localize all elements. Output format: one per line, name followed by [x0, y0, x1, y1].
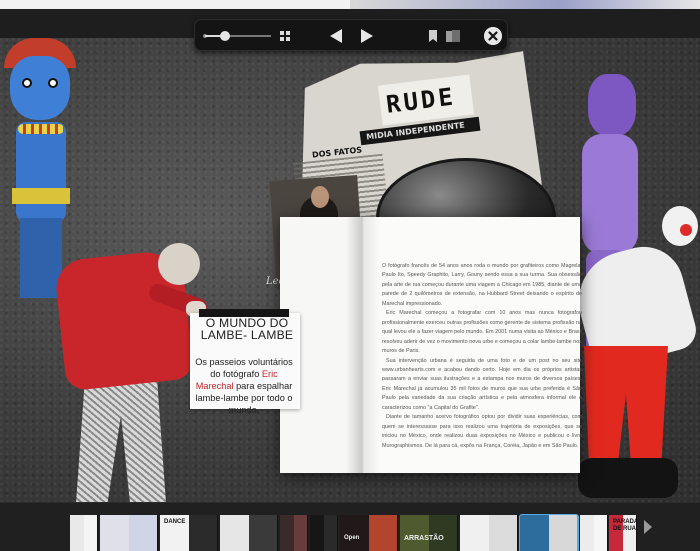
- thumbnail-right-page: [323, 515, 337, 551]
- figure-belt: [12, 188, 70, 204]
- thumbnail-label: Open: [344, 535, 360, 541]
- page-thumbnail[interactable]: [519, 514, 579, 551]
- page-thumbnail[interactable]: [310, 515, 338, 551]
- thumbnail-right-page: [488, 515, 517, 551]
- thumbnail-left-page: [70, 515, 84, 551]
- thumbnail-right-page: [548, 515, 577, 551]
- figure-shoes: [578, 458, 678, 498]
- figure-necklace: [18, 124, 64, 134]
- figure-body: [16, 122, 66, 222]
- thumbnail-next-button[interactable]: [640, 512, 656, 542]
- figure-hair: [588, 74, 636, 136]
- close-button[interactable]: [484, 27, 502, 45]
- thumbnail-left-page: [340, 515, 369, 551]
- thumbnail-left-page: [100, 515, 129, 551]
- figure-head: [10, 56, 70, 120]
- pages-icon[interactable]: [446, 30, 460, 42]
- previous-page-edge: [0, 0, 350, 9]
- figure-eye: [22, 78, 32, 88]
- thumbnail-right-page: [593, 515, 607, 551]
- page-thumbnail[interactable]: [100, 515, 158, 551]
- grid-view-icon[interactable]: [280, 31, 290, 41]
- figure-pants: [76, 378, 166, 502]
- page-thumbnail[interactable]: [220, 515, 278, 551]
- figure-eye: [48, 78, 58, 88]
- triangle-right-icon: [361, 29, 373, 43]
- page-thumbnail[interactable]: [280, 515, 308, 551]
- article-subtitle: Os passeios voluntários do fotógrafo Eri…: [194, 356, 294, 416]
- page-thumbnail[interactable]: PARADA DE RUA: [609, 515, 637, 551]
- next-page-edge: [350, 0, 700, 9]
- thumbnail-left-page: [220, 515, 249, 551]
- viewer-toolbar: [194, 19, 508, 51]
- article-paragraph: Diante de tamanho acervo fotográfico opt…: [382, 414, 582, 449]
- page-gutter: [346, 217, 380, 473]
- thumbnail-right-page: [83, 515, 97, 551]
- thumbnail-left-page: [310, 515, 324, 551]
- thumbnail-right-page: [188, 515, 217, 551]
- zoom-handle[interactable]: [219, 31, 230, 41]
- thumbnail-right-page: [428, 515, 457, 551]
- page-thumbnail[interactable]: [460, 515, 518, 551]
- thumbnail-right-page: [128, 515, 157, 551]
- figure-head: [158, 243, 200, 285]
- thumbnail-left-page: [460, 515, 489, 551]
- article-body: O fotógrafo francês de 54 anos anos roda…: [382, 262, 582, 451]
- thumbnail-label: ARRASTÃO: [404, 535, 444, 542]
- thumbnail-label: PARADA DE RUA: [613, 519, 637, 532]
- thumbnail-right-page: [368, 515, 397, 551]
- subtitle-text: Os passeios voluntários do fotógrafo: [195, 357, 293, 379]
- figure-pants: [584, 346, 668, 466]
- article-paragraph: Sua intervenção urbana é seguida de uma …: [382, 357, 582, 411]
- thumbnail-left-page: [400, 515, 429, 551]
- thumbnail-left-page: [280, 515, 294, 551]
- portrait-face: [311, 186, 329, 208]
- next-page-button[interactable]: [359, 28, 375, 44]
- chevron-right-icon: [644, 520, 652, 534]
- red-jacket-man-figure: [40, 243, 210, 502]
- page-thumbnail[interactable]: [70, 515, 98, 551]
- zoom-slider[interactable]: [203, 31, 271, 41]
- article-spread: O fotógrafo francês de 54 anos anos roda…: [280, 217, 582, 473]
- clown-figure: [567, 206, 700, 502]
- thumbnail-label: DANCE: [164, 519, 186, 525]
- page-thumbnail[interactable]: ARRASTÃO: [400, 515, 458, 551]
- article-paragraph: Eric Marechal começou a fotografar com 1…: [382, 310, 582, 355]
- thumbnail-right-page: [293, 515, 307, 551]
- thumbnail-strip: DANCE Open ARRASTÃO PARADA DE RUA: [0, 502, 700, 551]
- page-thumbnail[interactable]: Open: [340, 515, 398, 551]
- previous-page-button[interactable]: [328, 28, 344, 44]
- thumbnail-left-page: [580, 515, 594, 551]
- clown-nose: [680, 224, 692, 236]
- page-thumbnail[interactable]: DANCE: [160, 515, 218, 551]
- thumbnail-left-page: [520, 515, 549, 551]
- thumbnail-right-page: [248, 515, 277, 551]
- article-title: O MUNDO DO LAMBE- LAMBE: [200, 316, 294, 342]
- page-thumbnail[interactable]: [580, 515, 608, 551]
- bookmark-icon[interactable]: [428, 30, 438, 42]
- triangle-left-icon: [330, 29, 342, 43]
- article-paragraph: O fotógrafo francês de 54 anos anos roda…: [382, 263, 582, 307]
